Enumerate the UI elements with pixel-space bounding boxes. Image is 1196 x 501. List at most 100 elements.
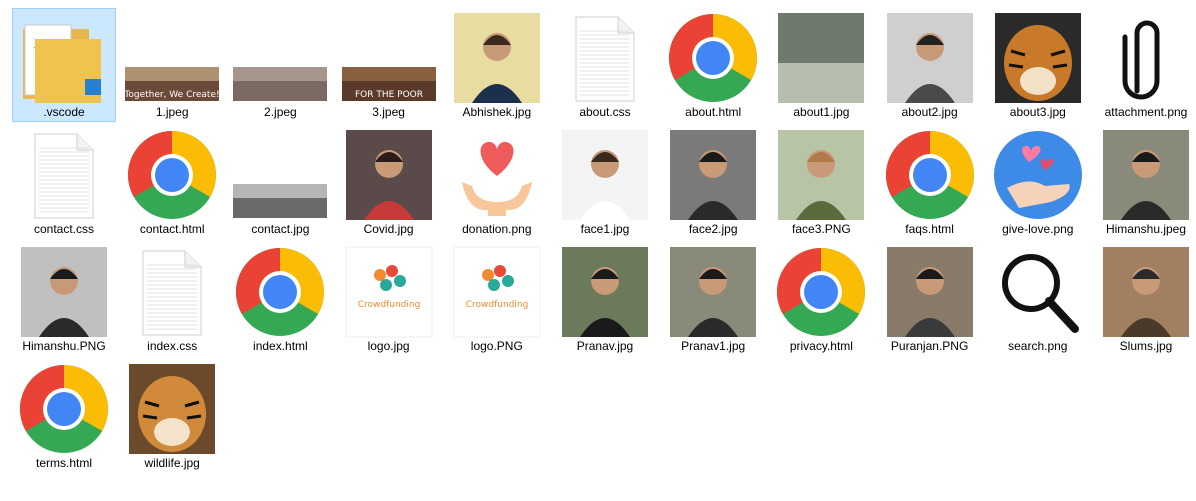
file-name: attachment.png: [1104, 105, 1188, 119]
file-name: Pranav1.jpg: [681, 339, 746, 353]
file-item[interactable]: wildlife.jpg: [120, 359, 224, 473]
file-name: Slums.jpg: [1119, 339, 1173, 353]
tiger-icon: [123, 362, 221, 456]
file-name: index.html: [253, 339, 308, 353]
file-name: 2.jpeg: [264, 105, 297, 119]
file-name: face1.jpg: [580, 222, 630, 236]
file-name: search.png: [1008, 339, 1068, 353]
banner-icon: Together, We Create!: [123, 11, 221, 105]
file-item[interactable]: contact.jpg: [228, 125, 332, 239]
file-item[interactable]: Together, We Create! 1.jpeg: [120, 8, 224, 122]
file-name: Himanshu.PNG: [22, 339, 106, 353]
file-name: 3.jpeg: [372, 105, 405, 119]
file-name: Covid.jpg: [363, 222, 414, 236]
svg-text:FOR THE POOR: FOR THE POOR: [355, 90, 423, 100]
tiger-icon: [989, 11, 1087, 105]
file-name: terms.html: [35, 456, 92, 470]
file-name: about2.jpg: [901, 105, 958, 119]
file-item[interactable]: Slums.jpg: [1094, 242, 1196, 356]
file-name: index.css: [147, 339, 198, 353]
file-item[interactable]: Pranav.jpg: [553, 242, 657, 356]
folder-icon: { }: [15, 11, 113, 105]
banner-icon: [231, 11, 329, 105]
file-item[interactable]: contact.css: [12, 125, 116, 239]
file-item[interactable]: Himanshu.PNG: [12, 242, 116, 356]
file-item[interactable]: Puranjan.PNG: [878, 242, 982, 356]
file-name: privacy.html: [789, 339, 853, 353]
chrome-icon: [231, 245, 329, 339]
file-item[interactable]: index.css: [120, 242, 224, 356]
logo-icon: Crowdfunding: [448, 245, 546, 339]
file-name: faqs.html: [905, 222, 954, 236]
file-item[interactable]: donation.png: [445, 125, 549, 239]
svg-text:Crowdfunding: Crowdfunding: [357, 300, 420, 310]
file-name: Pranav.jpg: [576, 339, 634, 353]
person-icon: [340, 128, 438, 222]
file-name: about.css: [579, 105, 631, 119]
file-name: about.html: [685, 105, 742, 119]
file-item[interactable]: give-love.png: [986, 125, 1090, 239]
file-item[interactable]: FOR THE POOR 3.jpeg: [337, 8, 441, 122]
file-item[interactable]: faqs.html: [878, 125, 982, 239]
person-icon: [556, 128, 654, 222]
svg-text:Crowdfunding: Crowdfunding: [466, 300, 529, 310]
file-name: wildlife.jpg: [144, 456, 200, 470]
doc-icon: [15, 128, 113, 222]
person-icon: [881, 245, 979, 339]
heart-icon: [448, 128, 546, 222]
file-item[interactable]: about.html: [661, 8, 765, 122]
file-item[interactable]: Covid.jpg: [337, 125, 441, 239]
person-icon: [15, 245, 113, 339]
file-item[interactable]: 2.jpeg: [228, 8, 332, 122]
file-name: logo.PNG: [470, 339, 523, 353]
file-item[interactable]: face2.jpg: [661, 125, 765, 239]
file-grid: { } .vscode Together, We Create! 1.jpeg …: [0, 0, 1196, 501]
file-item[interactable]: contact.html: [120, 125, 224, 239]
search-icon: [989, 245, 1087, 339]
clip-icon: [1097, 11, 1195, 105]
file-item[interactable]: face1.jpg: [553, 125, 657, 239]
chrome-icon: [123, 128, 221, 222]
file-item[interactable]: index.html: [228, 242, 332, 356]
file-item[interactable]: about.css: [553, 8, 657, 122]
file-item[interactable]: attachment.png: [1094, 8, 1196, 122]
file-item[interactable]: terms.html: [12, 359, 116, 473]
file-name: Puranjan.PNG: [890, 339, 969, 353]
file-item[interactable]: Crowdfunding logo.jpg: [337, 242, 441, 356]
person-icon: [448, 11, 546, 105]
give-icon: [989, 128, 1087, 222]
file-item[interactable]: Pranav1.jpg: [661, 242, 765, 356]
person-icon: [664, 245, 762, 339]
doc-icon: [556, 11, 654, 105]
file-name: face3.PNG: [792, 222, 851, 236]
person-icon: [1097, 245, 1195, 339]
file-item[interactable]: { } .vscode: [12, 8, 116, 122]
file-item[interactable]: about3.jpg: [986, 8, 1090, 122]
photo-icon: [772, 11, 870, 105]
file-item[interactable]: face3.PNG: [769, 125, 873, 239]
file-name: contact.html: [139, 222, 205, 236]
file-item[interactable]: search.png: [986, 242, 1090, 356]
file-name: give-love.png: [1002, 222, 1074, 236]
file-name: Abhishek.jpg: [462, 105, 532, 119]
file-item[interactable]: about2.jpg: [878, 8, 982, 122]
chrome-icon: [664, 11, 762, 105]
file-name: contact.jpg: [251, 222, 310, 236]
file-name: about1.jpg: [793, 105, 850, 119]
file-item[interactable]: about1.jpg: [769, 8, 873, 122]
doc-icon: [123, 245, 221, 339]
svg-text:Together, We Create!: Together, We Create!: [124, 90, 220, 100]
file-item[interactable]: Abhishek.jpg: [445, 8, 549, 122]
file-item[interactable]: privacy.html: [769, 242, 873, 356]
banner-icon: FOR THE POOR: [340, 11, 438, 105]
file-item[interactable]: Himanshu.jpeg: [1094, 125, 1196, 239]
chrome-icon: [772, 245, 870, 339]
file-name: .vscode: [43, 105, 85, 119]
chrome-icon: [881, 128, 979, 222]
file-name: about3.jpg: [1009, 105, 1066, 119]
file-name: contact.css: [33, 222, 95, 236]
file-item[interactable]: Crowdfunding logo.PNG: [445, 242, 549, 356]
file-name: 1.jpeg: [155, 105, 189, 119]
file-name: face2.jpg: [688, 222, 738, 236]
person-icon: [664, 128, 762, 222]
